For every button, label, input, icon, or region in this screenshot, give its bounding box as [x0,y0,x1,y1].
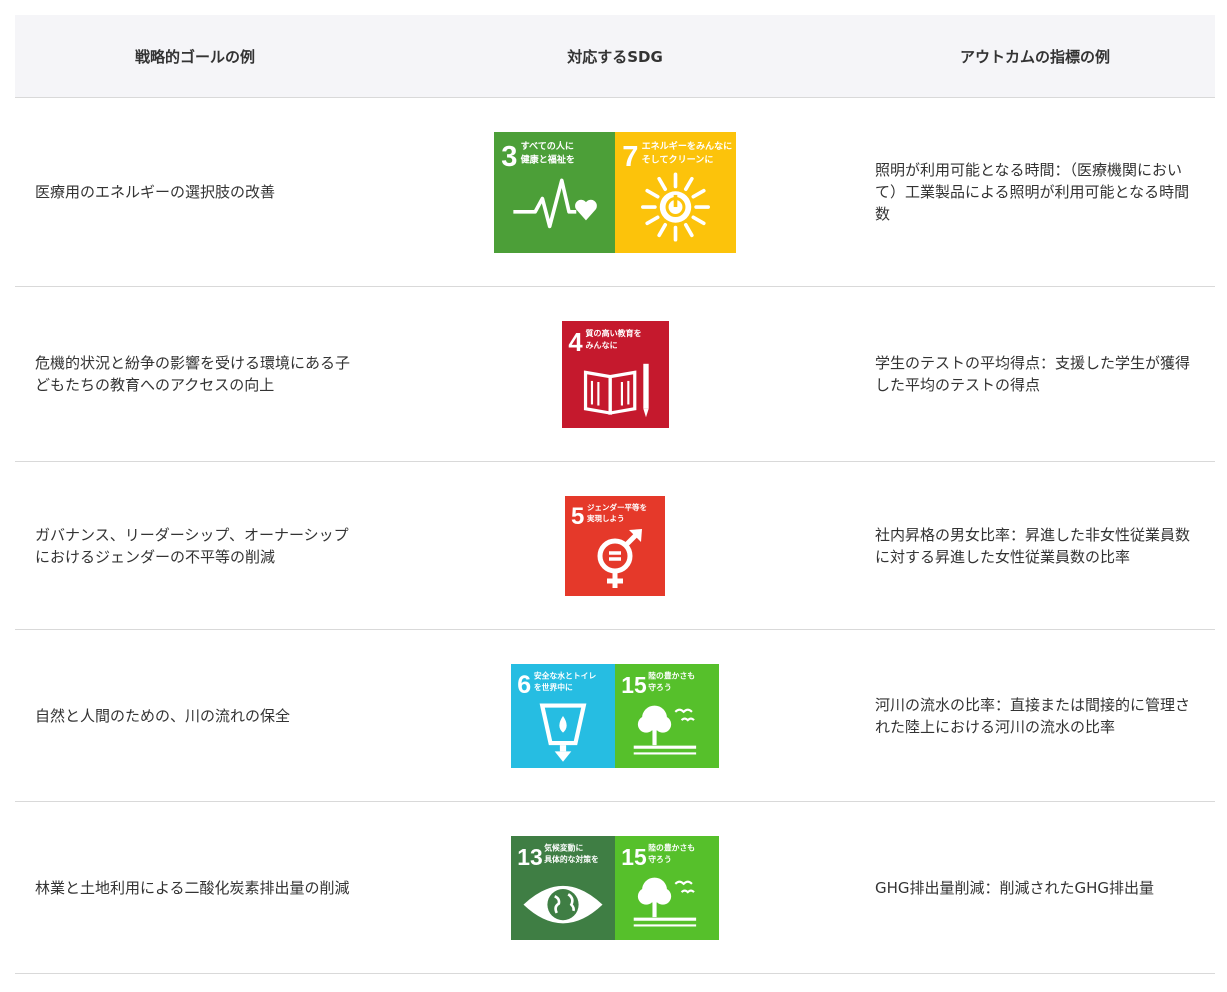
outcome-indicator-text: 社内昇格の男女比率：昇進した非女性従業員数に対する昇進した女性従業員数の比率 [875,525,1191,566]
earth-eye-icon [523,885,603,923]
heartbeat-icon [513,178,597,228]
sdg-title-line2: 守ろう [648,682,671,692]
sdg-icons: 4 質の高い教育を みんなに [375,320,855,428]
sdg-title-line2: 実現しよう [587,513,625,523]
tree-birds-icon [633,877,697,926]
sdg-number: 6 [517,671,531,699]
strategic-goal-text: 林業と土地利用による二酸化炭素排出量の削減 [35,878,350,897]
table-row: 医療用のエネルギーの選択肢の改善 3 すべての人に 健康と福祉を 7 エネルギー… [15,98,1215,287]
table-row: 自然と人間のための、川の流れの保全 6 安全な水とトイレ を世界中に 15 陸の… [15,630,1215,802]
sdg-number: 7 [622,140,638,172]
strategic-goal-text: 医療用のエネルギーの選択肢の改善 [35,183,276,201]
sdg-title-line2: 守ろう [648,854,671,864]
sdg-title-line2: そしてクリーンに [642,154,714,165]
sdg-15-tile: 15 陸の豊かさも 守ろう [615,663,719,768]
sdg-title-line2: 具体的な対策を [544,854,599,864]
sdg-title-line1: 安全な水とトイレ [534,670,597,680]
table-row: ガバナンス、リーダーシップ、オーナーシップにおけるジェンダーの不平等の削減 5 … [15,462,1215,630]
sdg-title-line1: ジェンダー平等を [587,502,647,512]
table-header: 戦略的ゴールの例 対応するSDG アウトカムの指標の例 [15,15,1215,98]
header-strategic-goal: 戦略的ゴールの例 [134,47,255,66]
sdg-title-line2: みんなに [585,340,617,349]
outcome-indicator-text: GHG排出量削減：削減されたGHG排出量 [875,878,1155,897]
tree-birds-icon [633,705,697,754]
table-row: 林業と土地利用による二酸化炭素排出量の削減 13 気候変動に 具体的な対策を 1… [15,802,1215,974]
sdg-number: 13 [517,844,542,870]
sdg-title-line1: すべての人に [521,139,574,151]
sdg-title-line1: 陸の豊かさも [648,842,695,852]
header-outcome-indicator: アウトカムの指標の例 [959,47,1110,66]
sdg-15-tile: 15 陸の豊かさも 守ろう [615,835,719,940]
sdg-number: 3 [501,140,517,172]
table-body: 医療用のエネルギーの選択肢の改善 3 すべての人に 健康と福祉を 7 エネルギー… [15,98,1215,974]
sdg-number: 15 [621,672,647,698]
sun-power-icon [641,172,710,242]
sdg-number: 15 [621,844,647,870]
strategic-goal-text: 自然と人間のための、川の流れの保全 [35,706,291,725]
sdg-3-tile: 3 すべての人に 健康と福祉を [494,131,615,253]
sdg-icons: 6 安全な水とトイレ を世界中に 15 陸の豊かさも 守ろう [375,663,855,768]
outcome-indicator-text: 学生のテストの平均得点：支援した学生が獲得した平均のテストの得点 [875,354,1191,394]
strategic-goal-text: 危機的状況と紛争の影響を受ける環境にある子どもたちの教育へのアクセスの向上 [35,354,351,394]
sdg-6-tile: 6 安全な水とトイレ を世界中に [511,663,615,768]
sdg-title-line2: 健康と福祉を [521,153,575,165]
sdg-title-line2: を世界中に [534,682,573,692]
outcome-indicator-text: 照明が利用可能となる時間：（医療機関において）工業製品による照明が利用可能となる… [875,161,1190,223]
sdg-icons: 3 すべての人に 健康と福祉を 7 エネルギーをみんなに そしてクリーンに [375,131,855,253]
sdg-icons: 13 気候変動に 具体的な対策を 15 陸の豊かさも 守ろう [375,835,855,940]
sdg-title-line1: 質の高い教育を [585,327,641,337]
sdg-7-tile: 7 エネルギーをみんなに そしてクリーンに [615,131,736,253]
sdg-number: 5 [571,503,584,530]
book-pencil-icon [583,363,649,417]
gender-equality-icon [597,528,642,588]
sdg-title-line1: 気候変動に [544,842,583,852]
sdg-title-line1: エネルギーをみんなに [642,139,733,151]
sdg-13-tile: 13 気候変動に 具体的な対策を [511,835,615,940]
sdg-icons: 5 ジェンダー平等を 実現しよう [375,495,855,596]
sdg-4-tile: 4 質の高い教育を みんなに [561,320,669,428]
strategic-goal-text: ガバナンス、リーダーシップ、オーナーシップにおけるジェンダーの不平等の削減 [35,525,349,566]
water-glass-icon [539,703,587,762]
sdg-table: 戦略的ゴールの例 対応するSDG アウトカムの指標の例 医療用のエネルギーの選択… [15,15,1215,974]
sdg-title-line1: 陸の豊かさも [648,670,695,680]
sdg-number: 4 [568,328,583,356]
table-row: 危機的状況と紛争の影響を受ける環境にある子どもたちの教育へのアクセスの向上 4 … [15,287,1215,462]
header-sdg: 対応するSDG [567,47,663,66]
sdg-5-tile: 5 ジェンダー平等を 実現しよう [565,495,665,596]
outcome-indicator-text: 河川の流水の比率：直接または間接的に管理された陸上における河川の流水の比率 [875,695,1191,736]
